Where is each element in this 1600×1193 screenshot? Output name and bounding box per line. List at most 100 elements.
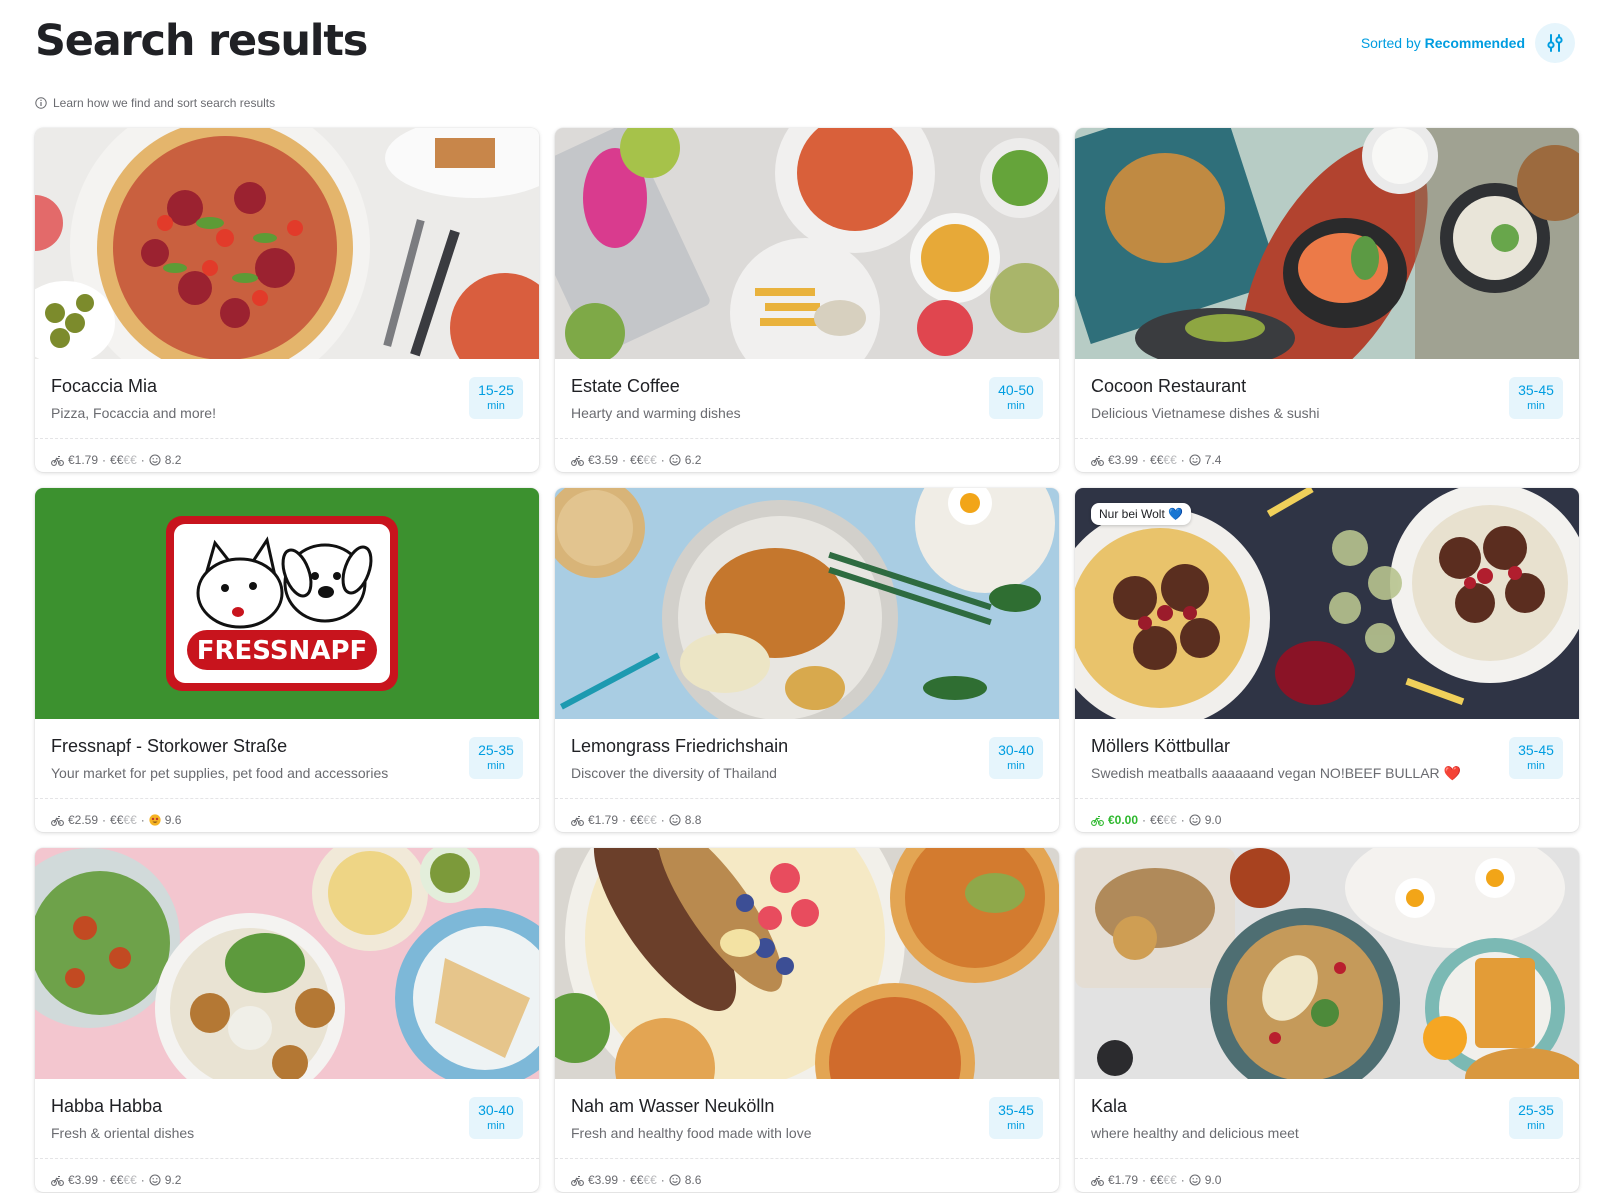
price-level: €€€€: [1150, 813, 1177, 827]
separator-dot: ·: [102, 453, 107, 467]
price-level-active: €€: [110, 453, 124, 467]
delivery-time-range: 35-45: [998, 1102, 1034, 1118]
price-level: €€€€: [630, 453, 657, 467]
venue-card[interactable]: Habba Habba Fresh & oriental dishes 30-4…: [35, 848, 539, 1192]
delivery-fee: €0.00: [1108, 813, 1139, 827]
price-level-inactive: €€: [1163, 1173, 1177, 1187]
venue-image[interactable]: [555, 488, 1059, 719]
search-info-text: Learn how we find and sort search result…: [53, 96, 276, 110]
price-level-active: €€: [110, 1173, 124, 1187]
delivery-time-unit: min: [487, 400, 505, 412]
venue-rating: 9.2: [164, 1173, 182, 1187]
separator-dot: ·: [622, 453, 627, 467]
delivery-time-badge: 35-45 min: [989, 1097, 1043, 1139]
venue-meta: €3.99 · €€€€ · 9.2: [35, 1159, 539, 1192]
venue-info: Möllers Köttbullar Swedish meatballs aaa…: [1075, 719, 1579, 799]
separator-dot: ·: [102, 1173, 107, 1187]
price-level-active: €€: [630, 813, 644, 827]
venue-image[interactable]: [1075, 128, 1579, 359]
sort-button[interactable]: [1535, 23, 1575, 63]
delivery-time-badge: 40-50 min: [989, 377, 1043, 419]
venue-card[interactable]: Estate Coffee Hearty and warming dishes …: [555, 128, 1059, 472]
price-level-inactive: €€: [643, 1173, 657, 1187]
venue-meta: €3.99 · €€€€ · 8.6: [555, 1159, 1059, 1192]
venue-info: Habba Habba Fresh & oriental dishes 30-4…: [35, 1079, 539, 1159]
venue-rating: 9.6: [164, 813, 182, 827]
delivery-time-unit: min: [1007, 1120, 1025, 1132]
price-level: €€€€: [110, 453, 137, 467]
venue-rating: 6.2: [684, 453, 702, 467]
separator-dot: ·: [660, 1173, 665, 1187]
exclusive-badge: Nur bei Wolt 💙: [1091, 503, 1192, 525]
venue-info: Nah am Wasser Neukölln Fresh and healthy…: [555, 1079, 1059, 1159]
venue-rating: 8.6: [684, 1173, 702, 1187]
delivery-time-unit: min: [1527, 760, 1545, 772]
delivery-fee: €1.79: [68, 453, 99, 467]
separator-dot: ·: [660, 813, 665, 827]
venue-card[interactable]: Kala where healthy and delicious meet 25…: [1075, 848, 1579, 1192]
venue-image[interactable]: Nur bei Wolt 💙: [1075, 488, 1579, 719]
svg-text:FRESSNAPF: FRESSNAPF: [197, 636, 368, 666]
delivery-time-badge: 25-35 min: [1509, 1097, 1563, 1139]
venue-card[interactable]: Focaccia Mia Pizza, Focaccia and more! 1…: [35, 128, 539, 472]
price-level: €€€€: [1150, 453, 1177, 467]
price-level-active: €€: [630, 1173, 644, 1187]
price-level: €€€€: [110, 813, 137, 827]
price-level-inactive: €€: [123, 813, 137, 827]
venue-image[interactable]: [35, 128, 539, 359]
delivery-time-range: 25-35: [478, 742, 514, 758]
delivery-time-unit: min: [1527, 1120, 1545, 1132]
delivery-bike-icon: [1091, 455, 1104, 466]
venue-name: Möllers Köttbullar: [1091, 736, 1231, 756]
venue-card[interactable]: Nur bei Wolt 💙 Möllers Köttbullar Swedis…: [1075, 488, 1579, 832]
price-level-active: €€: [630, 453, 644, 467]
delivery-time-range: 40-50: [998, 382, 1034, 398]
price-level-active: €€: [1150, 813, 1164, 827]
venue-name: Kala: [1091, 1096, 1128, 1116]
delivery-bike-icon: [571, 455, 584, 466]
venue-description: Your market for pet supplies, pet food a…: [51, 765, 389, 781]
price-level: €€€€: [630, 813, 657, 827]
venue-card[interactable]: Lemongrass Friedrichshain Discover the d…: [555, 488, 1059, 832]
smiley-icon: [669, 814, 681, 826]
search-info-link[interactable]: Learn how we find and sort search result…: [35, 96, 275, 110]
venue-description: Hearty and warming dishes: [571, 405, 741, 421]
venue-image[interactable]: [555, 128, 1059, 359]
smiley-icon: [1189, 814, 1201, 826]
delivery-time-range: 25-35: [1518, 1102, 1554, 1118]
price-level: €€€€: [1150, 1173, 1177, 1187]
delivery-bike-icon: [571, 815, 584, 826]
sort-control[interactable]: Sorted by Recommended: [1361, 23, 1575, 63]
price-level: €€€€: [630, 1173, 657, 1187]
venue-image[interactable]: FRESSNAPF: [35, 488, 539, 719]
smiley-icon: [669, 454, 681, 466]
venue-description: Swedish meatballs aaaaaand vegan NO!BEEF…: [1091, 765, 1461, 781]
sort-label[interactable]: Sorted by Recommended: [1361, 35, 1525, 51]
price-level-inactive: €€: [643, 813, 657, 827]
price-level-inactive: €€: [643, 453, 657, 467]
venue-name: Nah am Wasser Neukölln: [571, 1096, 775, 1116]
venue-name: Fressnapf - Storkower Straße: [51, 736, 288, 756]
delivery-fee: €3.99: [68, 1173, 99, 1187]
separator-dot: ·: [1142, 1173, 1147, 1187]
venue-rating: 9.0: [1204, 813, 1222, 827]
delivery-time-unit: min: [1007, 760, 1025, 772]
delivery-bike-icon: [571, 1175, 584, 1186]
delivery-time-range: 30-40: [998, 742, 1034, 758]
venue-image[interactable]: [1075, 848, 1579, 1079]
venue-name: Lemongrass Friedrichshain: [571, 736, 789, 756]
price-level-inactive: €€: [123, 453, 137, 467]
separator-dot: ·: [102, 813, 107, 827]
venue-image[interactable]: [555, 848, 1059, 1079]
venue-card[interactable]: Nah am Wasser Neukölln Fresh and healthy…: [555, 848, 1059, 1192]
delivery-time-badge: 35-45 min: [1509, 737, 1563, 779]
delivery-fee: €1.79: [1108, 1173, 1139, 1187]
venue-meta: €1.79 · €€€€ · 8.8: [555, 799, 1059, 832]
venue-card[interactable]: FRESSNAPF Fressnapf - Storkower Straße Y…: [35, 488, 539, 832]
venue-card[interactable]: Cocoon Restaurant Delicious Vietnamese d…: [1075, 128, 1579, 472]
separator-dot: ·: [660, 453, 665, 467]
venue-image[interactable]: [35, 848, 539, 1079]
price-level-active: €€: [1150, 453, 1164, 467]
venue-info: Estate Coffee Hearty and warming dishes …: [555, 359, 1059, 439]
star-eyes-emoji-icon: [149, 814, 161, 826]
